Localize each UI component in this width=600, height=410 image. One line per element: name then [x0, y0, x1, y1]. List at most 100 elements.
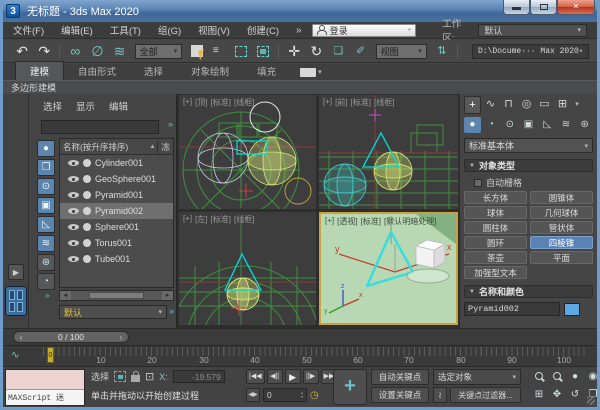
go-to-start-button[interactable]: |◀◀: [246, 369, 265, 384]
chevron-down-icon[interactable]: ▾: [318, 68, 322, 76]
maximize-button[interactable]: [530, 0, 557, 15]
column-header-name[interactable]: 名称(按升序排序) ▲ 冻: [60, 139, 173, 155]
explorer-flyout-button[interactable]: ▶: [8, 264, 24, 280]
project-folder-dropdown[interactable]: D:\Docume··· Max 2020 ▾: [472, 44, 589, 59]
ribbon-tab-object-paint[interactable]: 对象绘制: [177, 62, 243, 80]
scrollbar-thumb[interactable]: [89, 292, 144, 299]
undo-button[interactable]: ↶: [14, 42, 30, 60]
maxscript-mini-listener[interactable]: MAXScript 迷: [5, 369, 85, 406]
key-filters-button[interactable]: 关键点过滤器...: [450, 387, 521, 403]
ribbon-tab-populate[interactable]: 填充: [243, 62, 290, 80]
reference-coordinate-dropdown[interactable]: 视图 ▾: [376, 44, 427, 59]
ribbon-panel-polygon-modeling[interactable]: 多边形建模: [11, 81, 56, 94]
menu-overflow-icon[interactable]: »: [296, 25, 302, 36]
button-textplus[interactable]: 加强型文本: [464, 266, 527, 279]
window-crossing-toggle[interactable]: [257, 46, 269, 57]
button-plane[interactable]: 平面: [530, 251, 593, 264]
ribbon-tab-modeling[interactable]: 建模: [15, 61, 64, 80]
visibility-eye-icon[interactable]: [68, 239, 79, 247]
selection-filter-dropdown[interactable]: 全部 ▾: [135, 44, 183, 59]
tab-modify-icon[interactable]: ∿: [482, 96, 499, 114]
viewport-menu-shading[interactable]: [线框]: [234, 214, 254, 225]
select-by-name-button[interactable]: ≡: [213, 45, 226, 57]
autogrid-checkbox[interactable]: [474, 179, 482, 187]
object-color-swatch[interactable]: [564, 303, 580, 316]
workspace-dropdown[interactable]: 默认 ▾: [478, 24, 587, 37]
column-header-frozen[interactable]: 冻: [157, 141, 170, 153]
viewport-menu-shading[interactable]: [默认明暗处理]: [384, 216, 436, 227]
absolute-offset-toggle-icon[interactable]: ⊡: [145, 370, 154, 383]
explorer-overflow-icon[interactable]: »: [168, 119, 173, 129]
menu-file[interactable]: 文件(F): [13, 23, 44, 37]
button-cone[interactable]: 圆锥体: [530, 191, 593, 204]
category-systems-icon[interactable]: ⊛: [576, 117, 593, 133]
key-mode-dropdown[interactable]: 选定对象 ▾: [433, 369, 521, 385]
selection-lock-icon[interactable]: [131, 375, 140, 382]
previous-frame-icon[interactable]: ‹: [14, 333, 28, 342]
explorer-horizontal-scrollbar[interactable]: ◄ ►: [59, 290, 174, 301]
current-frame-field[interactable]: 0 ▴ ▾: [263, 388, 307, 402]
menu-views[interactable]: 视图(V): [198, 23, 230, 37]
select-object-button[interactable]: [191, 45, 203, 57]
sign-in-button[interactable]: 登录 ▾: [312, 24, 417, 37]
resize-grip[interactable]: [587, 397, 595, 405]
viewport-perspective-active[interactable]: y x z x y: [319, 212, 458, 325]
play-button[interactable]: ▶: [285, 369, 301, 384]
object-name-field[interactable]: [464, 302, 560, 316]
ribbon-minimize-icon[interactable]: [300, 68, 316, 77]
button-sphere[interactable]: 球体: [464, 206, 527, 219]
button-tube[interactable]: 管状体: [530, 221, 593, 234]
explorer-search-input[interactable]: [41, 120, 159, 134]
zoom-extents-icon[interactable]: ●: [567, 369, 583, 385]
next-key-button[interactable]: ||▶: [303, 369, 319, 384]
ribbon-tab-freeform[interactable]: 自由形式: [64, 62, 130, 80]
ribbon-tab-selection[interactable]: 选择: [130, 62, 177, 80]
filter-bones-icon[interactable]: ◔: [37, 273, 55, 290]
selection-set-dropdown[interactable]: 默认 ▾: [59, 305, 167, 319]
visibility-eye-icon[interactable]: [68, 223, 79, 231]
rollout-name-and-color[interactable]: ▼ 名称和颜色: [464, 285, 593, 298]
list-item-sphere001[interactable]: Sphere001: [60, 219, 173, 235]
category-shapes-icon[interactable]: ◔: [483, 117, 500, 133]
viewport-menu-plus[interactable]: [+]: [183, 97, 192, 108]
explorer-overflow-icon[interactable]: »: [45, 291, 49, 300]
select-and-scale-button[interactable]: ❏: [330, 42, 346, 60]
spinner-down-icon[interactable]: ▾: [301, 395, 303, 399]
list-item-pyramid002-selected[interactable]: Pyramid002: [60, 203, 173, 219]
track-bar[interactable]: ∿ 0 10 20 30 40 50 60 70 80 90 100: [3, 345, 597, 366]
viewport-menu-style[interactable]: [标准]: [351, 97, 371, 108]
time-slider-track[interactable]: ‹ 0 / 100 ›: [3, 328, 597, 345]
viewport-menu-view[interactable]: [前]: [335, 97, 347, 108]
visibility-eye-icon[interactable]: [68, 175, 79, 183]
viewport-menu-view[interactable]: [透视]: [337, 216, 357, 227]
visibility-eye-icon[interactable]: [68, 255, 79, 263]
auto-key-button[interactable]: 自动关键点: [371, 369, 429, 385]
viewport-menu-shading[interactable]: [线框]: [234, 97, 254, 108]
menu-group[interactable]: 组(G): [158, 23, 181, 37]
time-configuration-icon[interactable]: ◷: [310, 390, 319, 401]
list-item-geosphere001[interactable]: GeoSphere001: [60, 171, 173, 187]
tab-utilities-icon[interactable]: ⊞: [554, 96, 571, 114]
filter-helpers-icon[interactable]: ◺: [37, 216, 55, 233]
viewport-menu-style[interactable]: [标准]: [211, 97, 231, 108]
key-mode-toggle-icon[interactable]: ◀▶: [246, 388, 260, 402]
zoom-icon[interactable]: [531, 369, 547, 385]
viewport-menu-plus[interactable]: [+]: [183, 214, 192, 225]
viewport-menu-plus[interactable]: [+]: [325, 216, 334, 227]
tab-motion-icon[interactable]: ◎: [518, 96, 535, 114]
explorer-menu-select[interactable]: 选择: [43, 99, 62, 113]
viewport-front[interactable]: [+] [前] [标准] [线框]: [319, 95, 458, 209]
maxscript-listener-line[interactable]: MAXScript 迷: [6, 390, 84, 405]
menu-tools[interactable]: 工具(T): [110, 23, 141, 37]
zoom-region-icon[interactable]: ⊞: [531, 387, 547, 403]
close-button[interactable]: ✕: [557, 0, 595, 15]
orbit-icon[interactable]: ↺: [567, 387, 583, 403]
list-item-pyramid001[interactable]: Pyramid001: [60, 187, 173, 203]
visibility-eye-icon[interactable]: [68, 159, 79, 167]
unlink-selection-button[interactable]: ∅: [89, 42, 105, 60]
menu-edit[interactable]: 编辑(E): [61, 23, 93, 37]
category-geometry-icon[interactable]: ●: [464, 117, 481, 133]
viewport-menu-shading[interactable]: [线框]: [374, 97, 394, 108]
viewport-left[interactable]: [+] [左] [标准] [线框]: [179, 212, 316, 325]
button-cylinder[interactable]: 圆柱体: [464, 221, 527, 234]
